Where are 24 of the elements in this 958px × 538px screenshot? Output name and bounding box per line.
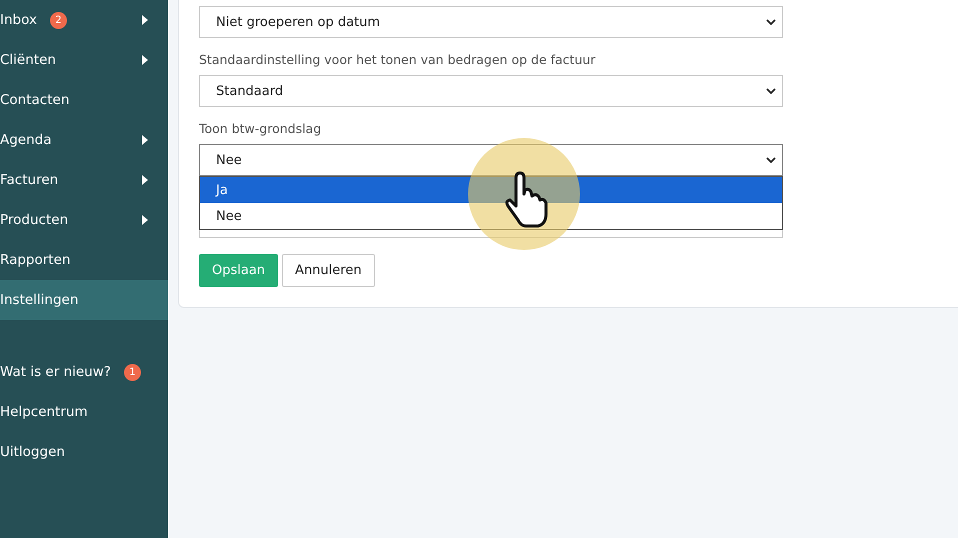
field-label: Toon btw-grondslag xyxy=(199,121,322,136)
sidebar-item[interactable]: Contacten xyxy=(0,80,168,120)
sidebar-item[interactable]: Helpcentrum xyxy=(0,392,168,432)
sidebar-item[interactable]: Facturen xyxy=(0,160,168,200)
chevron-icon xyxy=(766,88,776,94)
count-badge: 2 xyxy=(50,12,67,28)
count-badge: 1 xyxy=(124,364,141,380)
select-field[interactable]: Niet groeperen op datum xyxy=(199,6,783,38)
select-field[interactable]: Nee xyxy=(199,144,783,176)
field-label: Standaardinstelling voor het tonen van bedragen op de factuur xyxy=(199,52,596,67)
sidebar-item[interactable]: Rapporten xyxy=(0,240,168,280)
chevron-icon xyxy=(766,19,776,25)
sidebar-item[interactable]: Agenda xyxy=(0,120,168,160)
chevron-icon xyxy=(766,157,776,163)
sidebar-item[interactable]: Wat is er nieuw? 1 xyxy=(0,352,168,392)
cancel-button[interactable]: Annuleren xyxy=(282,254,375,287)
sidebar-item[interactable]: Producten xyxy=(0,200,168,240)
dropdown-option[interactable]: Nee xyxy=(200,203,782,229)
sidebar-item[interactable]: Uitloggen xyxy=(0,432,168,472)
sidebar-item[interactable]: Instellingen xyxy=(0,280,168,320)
sidebar-item[interactable]: Cliënten xyxy=(0,40,168,80)
select-field[interactable]: Standaard xyxy=(199,75,783,107)
sidebar-item[interactable]: Inbox 2 xyxy=(0,0,168,40)
dropdown-option[interactable]: Ja xyxy=(200,177,782,203)
